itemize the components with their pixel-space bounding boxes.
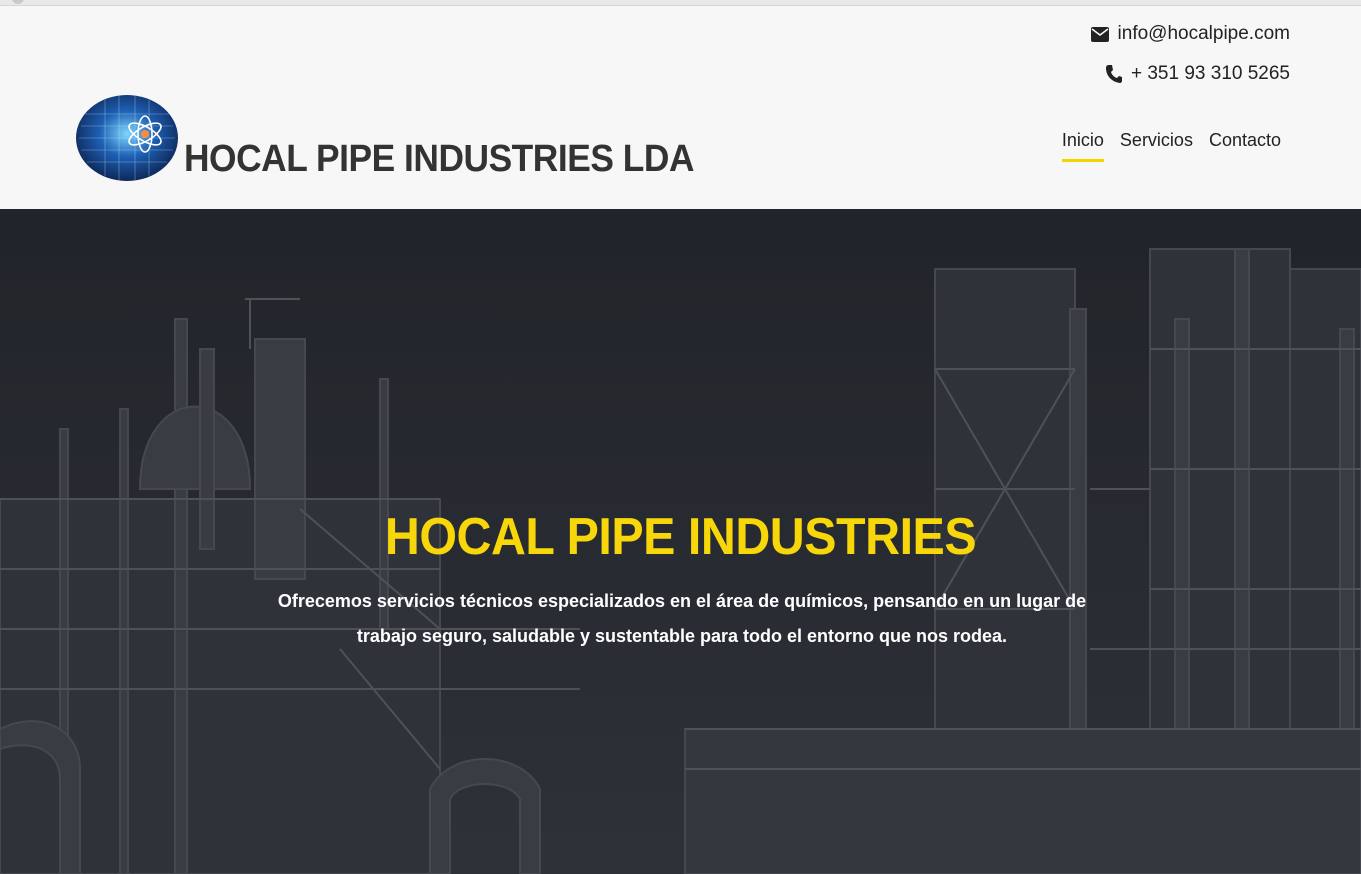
hero-description: Ofrecemos servicios técnicos especializa… <box>277 591 1087 646</box>
contact-info: info@hocalpipe.com + 351 93 310 5265 <box>1090 22 1290 102</box>
site-header: info@hocalpipe.com + 351 93 310 5265 HOC… <box>0 6 1361 209</box>
hero-title: HOCAL PIPE INDUSTRIES <box>384 508 977 566</box>
phone-icon <box>1105 65 1122 83</box>
nav-servicios[interactable]: Servicios <box>1120 130 1193 159</box>
main-nav: Inicio Servicios Contacto <box>1046 130 1281 162</box>
brand-name[interactable]: HOCAL PIPE INDUSTRIES LDA <box>184 138 694 181</box>
envelope-icon <box>1090 26 1109 42</box>
phone-row[interactable]: + 351 93 310 5265 <box>1091 62 1290 86</box>
nav-contacto[interactable]: Contacto <box>1209 130 1281 159</box>
atom-logo-icon[interactable] <box>75 94 179 182</box>
email-link[interactable]: info@hocalpipe.com <box>1118 23 1290 45</box>
nav-inicio[interactable]: Inicio <box>1061 130 1104 162</box>
phone-link[interactable]: + 351 93 310 5265 <box>1131 63 1290 85</box>
hero-section: HOCAL PIPE INDUSTRIES Ofrecemos servicio… <box>0 209 1361 874</box>
browser-edge-dot <box>12 0 24 4</box>
email-row[interactable]: info@hocalpipe.com <box>1090 22 1290 46</box>
